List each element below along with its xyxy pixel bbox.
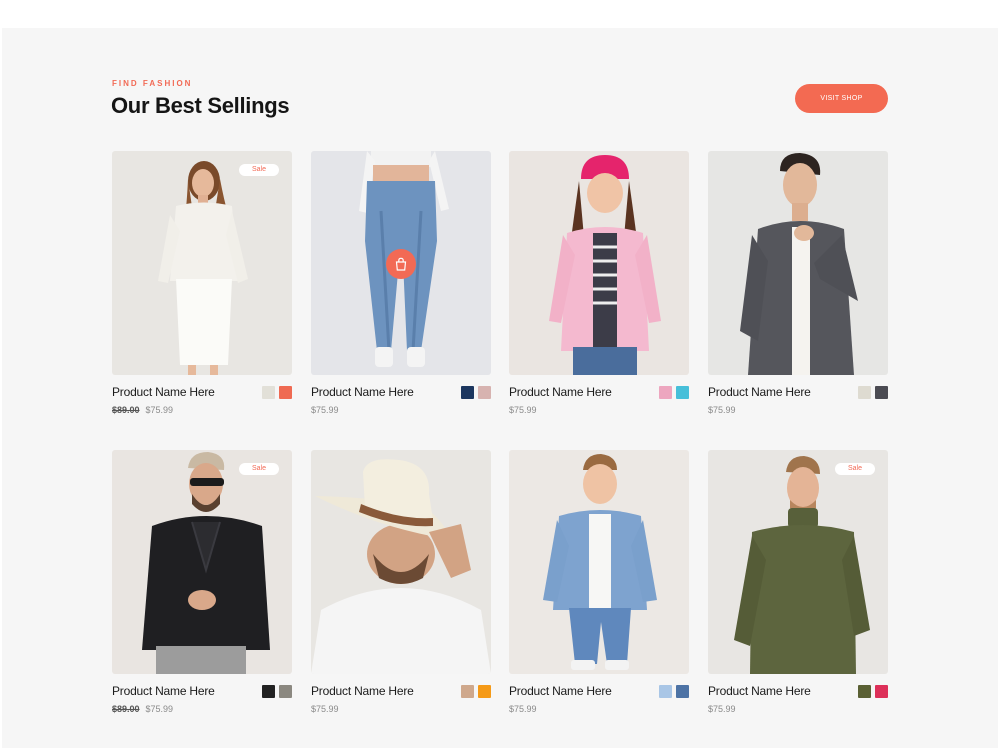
- color-swatch[interactable]: [279, 386, 292, 399]
- product-price: $89.00 $75.99: [112, 405, 173, 415]
- color-swatch[interactable]: [461, 685, 474, 698]
- product-image-man-leather-jacket[interactable]: [112, 450, 292, 674]
- color-swatch[interactable]: [279, 685, 292, 698]
- color-swatch[interactable]: [875, 685, 888, 698]
- section-eyebrow: FIND FASHION: [112, 79, 193, 88]
- color-swatches: [858, 685, 888, 698]
- product-card[interactable]: Sale Product Name Here $75.99: [708, 450, 888, 730]
- color-swatches: [858, 386, 888, 399]
- sale-price: $75.99: [145, 405, 174, 415]
- color-swatch[interactable]: [676, 685, 689, 698]
- product-price: $75.99: [708, 704, 736, 714]
- sale-price: $75.99: [708, 405, 736, 415]
- color-swatch[interactable]: [478, 386, 491, 399]
- product-card[interactable]: Product Name Here $75.99: [509, 151, 689, 431]
- sale-price: $75.99: [145, 704, 174, 714]
- color-swatch[interactable]: [262, 685, 275, 698]
- sale-price: $75.99: [708, 704, 736, 714]
- color-swatch[interactable]: [659, 386, 672, 399]
- product-name[interactable]: Product Name Here: [112, 684, 215, 698]
- product-card[interactable]: Product Name Here $75.99: [311, 450, 491, 730]
- product-price: $75.99: [708, 405, 736, 415]
- product-name[interactable]: Product Name Here: [708, 385, 811, 399]
- product-card[interactable]: Product Name Here $75.99: [311, 151, 491, 431]
- color-swatch[interactable]: [858, 386, 871, 399]
- product-price: $75.99: [509, 704, 537, 714]
- product-image-woman-white-outfit[interactable]: [112, 151, 292, 375]
- product-image-girl-pink-jacket[interactable]: [509, 151, 689, 375]
- product-name[interactable]: Product Name Here: [509, 684, 612, 698]
- product-price: $75.99: [509, 405, 537, 415]
- color-swatch[interactable]: [676, 386, 689, 399]
- product-image-boy-denim-jacket[interactable]: [509, 450, 689, 674]
- add-to-cart-button[interactable]: [386, 249, 416, 279]
- product-image-man-cowboy-hat[interactable]: [311, 450, 491, 674]
- sale-price: $75.99: [311, 704, 339, 714]
- color-swatches: [461, 685, 491, 698]
- sale-badge: Sale: [835, 463, 875, 475]
- color-swatches: [262, 685, 292, 698]
- sale-price: $75.99: [311, 405, 339, 415]
- product-price: $75.99: [311, 405, 339, 415]
- color-swatch[interactable]: [875, 386, 888, 399]
- sale-badge: Sale: [239, 463, 279, 475]
- sale-badge: Sale: [239, 164, 279, 176]
- sale-price: $75.99: [509, 405, 537, 415]
- original-price: $89.00: [112, 405, 140, 415]
- color-swatch[interactable]: [478, 685, 491, 698]
- color-swatch[interactable]: [262, 386, 275, 399]
- product-name[interactable]: Product Name Here: [509, 385, 612, 399]
- product-price: $75.99: [311, 704, 339, 714]
- color-swatches: [659, 685, 689, 698]
- product-name[interactable]: Product Name Here: [708, 684, 811, 698]
- color-swatch[interactable]: [461, 386, 474, 399]
- product-card[interactable]: Sale Product Name Here $89.00 $75.99: [112, 151, 292, 431]
- product-price: $89.00 $75.99: [112, 704, 173, 714]
- section-title: Our Best Sellings: [111, 93, 290, 118]
- product-card[interactable]: Product Name Here $75.99: [708, 151, 888, 431]
- original-price: $89.00: [112, 704, 140, 714]
- product-name[interactable]: Product Name Here: [311, 385, 414, 399]
- sale-price: $75.99: [509, 704, 537, 714]
- product-card[interactable]: Sale Product Name Here $89.00 $75.99: [112, 450, 292, 730]
- color-swatches: [659, 386, 689, 399]
- visit-shop-button[interactable]: VISIT SHOP: [795, 84, 888, 113]
- color-swatches: [262, 386, 292, 399]
- color-swatch[interactable]: [858, 685, 871, 698]
- product-card[interactable]: Product Name Here $75.99: [509, 450, 689, 730]
- shopping-bag-icon: [395, 257, 407, 271]
- product-image-man-olive-sweater[interactable]: [708, 450, 888, 674]
- product-image-man-grey-cardigan[interactable]: [708, 151, 888, 375]
- color-swatch[interactable]: [659, 685, 672, 698]
- product-name[interactable]: Product Name Here: [311, 684, 414, 698]
- product-name[interactable]: Product Name Here: [112, 385, 215, 399]
- color-swatches: [461, 386, 491, 399]
